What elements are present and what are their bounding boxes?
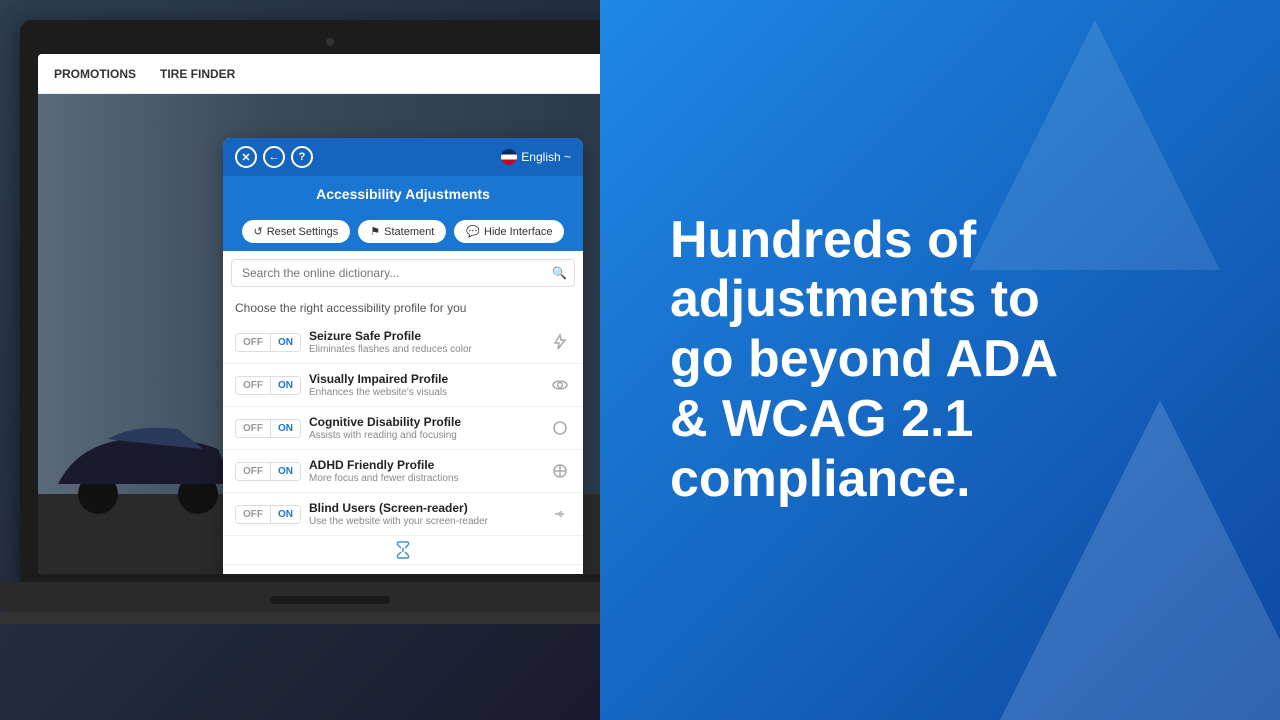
laptop-bezel: PROMOTIONS TIRE FINDER [20,20,600,582]
toggle-off-blind[interactable]: OFF [236,506,271,523]
laptop-camera [326,38,334,46]
toggle-seizure-safe[interactable]: OFF ON [235,333,301,352]
laptop-container: PROMOTIONS TIRE FINDER [0,20,600,624]
laptop-stand [0,612,600,624]
profile-adhd: OFF ON ADHD Friendly Profile More focus … [223,450,583,493]
reset-settings-button[interactable]: ↺ Reset Settings [242,220,351,243]
help-button[interactable]: ? [291,146,313,168]
profile-visually-impaired: OFF ON Visually Impaired Profile Enhance… [223,364,583,407]
reset-icon: ↺ [254,225,263,238]
keyboard-name: Keyboard Navigation (Motor) [309,573,541,574]
seizure-safe-icon [549,331,571,353]
widget-header: ✕ ← ? English ~ [223,138,583,176]
link-icon-row [223,536,583,565]
website-hero: ✕ ← ? English ~ Accessibility Adjust [38,94,600,574]
cognitive-icon [549,417,571,439]
accessibility-widget: ✕ ← ? English ~ Accessibility Adjust [223,138,583,574]
profile-seizure-safe: OFF ON Seizure Safe Profile Eliminates f… [223,321,583,364]
toggle-on-adhd[interactable]: ON [271,463,300,480]
language-selector[interactable]: English ~ [501,149,571,165]
right-panel: Hundreds of adjustments to go beyond ADA… [600,0,1280,720]
visually-impaired-info: Visually Impaired Profile Enhances the w… [309,372,541,398]
adhd-icon [549,460,571,482]
left-panel: PROMOTIONS TIRE FINDER [0,0,600,720]
adhd-info: ADHD Friendly Profile More focus and few… [309,458,541,484]
hide-icon: 💬 [466,225,480,238]
search-wrapper: 🔍 [231,259,575,287]
widget-title: Accessibility Adjustments [223,176,583,212]
toggle-on-cognitive[interactable]: ON [271,420,300,437]
language-label: English ~ [521,150,571,164]
toggle-on-visually[interactable]: ON [271,377,300,394]
toggle-adhd[interactable]: OFF ON [235,462,301,481]
toggle-off-cognitive[interactable]: OFF [236,420,271,437]
profile-keyboard: OFF ON Keyboard Navigation (Motor) Use t… [223,565,583,574]
seizure-safe-desc: Eliminates flashes and reduces color [309,344,541,355]
toggle-off-visually[interactable]: OFF [236,377,271,394]
laptop-screen: PROMOTIONS TIRE FINDER [38,54,600,574]
toggle-cognitive[interactable]: OFF ON [235,419,301,438]
seizure-safe-info: Seizure Safe Profile Eliminates flashes … [309,329,541,355]
profiles-list: OFF ON Seizure Safe Profile Eliminates f… [223,321,583,574]
car-silhouette [48,414,248,514]
close-button[interactable]: ✕ [235,146,257,168]
toggle-blind[interactable]: OFF ON [235,505,301,524]
cognitive-name: Cognitive Disability Profile [309,415,541,429]
widget-actions: ↺ Reset Settings ⚑ Statement 💬 Hide Inte… [223,212,583,251]
blind-icon [549,503,571,525]
back-button[interactable]: ← [263,146,285,168]
toggle-off-seizure[interactable]: OFF [236,334,271,351]
profile-blind: OFF ON Blind Users (Screen-reader) Use t… [223,493,583,536]
toggle-on-seizure[interactable]: ON [271,334,300,351]
cognitive-desc: Assists with reading and focusing [309,430,541,441]
nav-tire-finder[interactable]: TIRE FINDER [160,67,235,81]
profile-cognitive: OFF ON Cognitive Disability Profile Assi… [223,407,583,450]
geo-shape-top [970,20,1220,270]
keyboard-info: Keyboard Navigation (Motor) Use the webs… [309,573,541,574]
seizure-safe-name: Seizure Safe Profile [309,329,541,343]
hide-interface-button[interactable]: 💬 Hide Interface [454,220,564,243]
toggle-off-adhd[interactable]: OFF [236,463,271,480]
header-controls: ✕ ← ? [235,146,313,168]
statement-button[interactable]: ⚑ Statement [358,220,446,243]
geo-shape-bottom [960,400,1280,720]
website-nav: PROMOTIONS TIRE FINDER [38,54,600,94]
visually-impaired-name: Visually Impaired Profile [309,372,541,386]
blind-name: Blind Users (Screen-reader) [309,501,541,515]
dictionary-search[interactable] [231,259,575,287]
toggle-on-blind[interactable]: ON [271,506,300,523]
cognitive-info: Cognitive Disability Profile Assists wit… [309,415,541,441]
toggle-visually-impaired[interactable]: OFF ON [235,376,301,395]
visually-impaired-icon [549,374,571,396]
profile-section-header: Choose the right accessibility profile f… [223,295,583,321]
search-section: 🔍 [223,251,583,295]
blind-info: Blind Users (Screen-reader) Use the webs… [309,501,541,527]
laptop-keyboard-base [0,582,600,612]
blind-desc: Use the website with your screen-reader [309,516,541,527]
nav-promotions[interactable]: PROMOTIONS [54,67,136,81]
statement-icon: ⚑ [370,225,380,238]
search-icon: 🔍 [552,266,567,280]
visually-impaired-desc: Enhances the website's visuals [309,387,541,398]
link-icon [393,540,413,560]
adhd-desc: More focus and fewer distractions [309,473,541,484]
flag-icon [501,149,517,165]
adhd-name: ADHD Friendly Profile [309,458,541,472]
